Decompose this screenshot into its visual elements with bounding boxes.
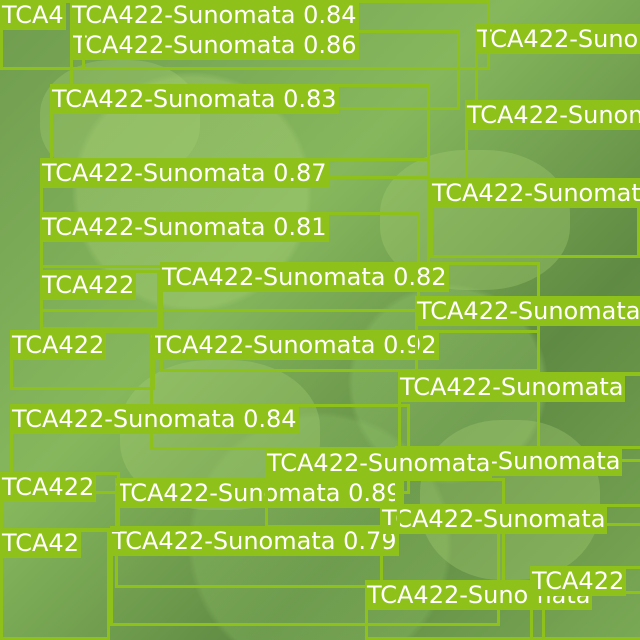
detection-label: TCA422-Sunomata 0.87 (40, 158, 329, 188)
detection-label: TCA422-Sunomata (265, 448, 493, 478)
detection-label: TCA422-Sunomata 0.82 (160, 262, 449, 292)
detection-label: TCA422-Sunomata 0.81 (40, 212, 329, 242)
detection-label: TCA422-Sunomata 0.84 (10, 404, 299, 434)
detection-label: TCA42 (0, 528, 81, 558)
detection-label: TCA422-Sunomata (430, 178, 640, 208)
detection-label: TCA422-Sunomata 0.84 (70, 0, 359, 30)
lettuce-field-photo: TCA422-Sunomata 0.86 TCA422-Sunomata 0.8… (0, 0, 640, 640)
detection-label: TCA422-Sunomata (398, 372, 626, 402)
detection-label: TCA422 (40, 270, 137, 300)
detection-label: TCA422-Sunomata 0.83 (50, 84, 339, 114)
detection-label: TCA422 (0, 472, 97, 502)
detection-label: TCA4 (0, 0, 66, 30)
detection-label: TCA422-Sunomata 0.92 (150, 330, 439, 360)
detection-label: TCA422-Sunomata (380, 504, 608, 534)
detection-label: TCA422 (10, 330, 107, 360)
detection-label: TCA422-Sunomata 0.79 (110, 526, 399, 556)
detection-label: TCA422-Sunomata (465, 100, 640, 130)
detection-label: TCA422-Sunomata (415, 296, 640, 326)
detection-label: TCA422-Sunomata (475, 24, 640, 54)
detection-label: TCA422 (530, 566, 627, 596)
